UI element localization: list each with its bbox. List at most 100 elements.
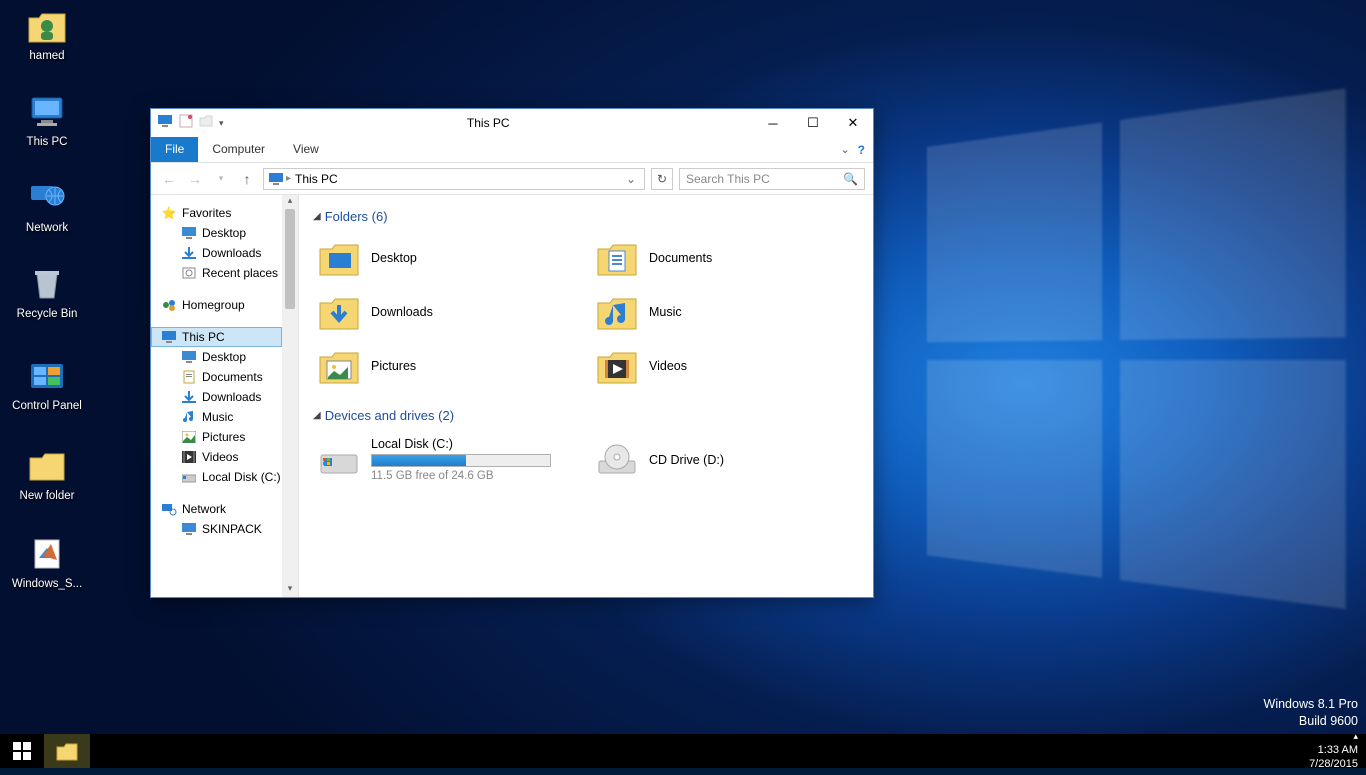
- help-icon[interactable]: ?: [858, 143, 865, 157]
- tree-item[interactable]: Local Disk (C:): [151, 467, 282, 487]
- scroll-thumb[interactable]: [285, 209, 295, 309]
- navigation-bar: ← → ▾ ↑ ▸ This PC ⌄ ↻ Search This PC 🔍: [151, 163, 873, 195]
- ribbon: File Computer View ⌄ ?: [151, 137, 873, 163]
- collapse-icon: ◢: [313, 211, 321, 222]
- desktop-icon-user[interactable]: hamed: [8, 6, 86, 62]
- music-folder-icon: [595, 292, 639, 332]
- maximize-button[interactable]: ☐: [793, 111, 833, 135]
- folder-documents[interactable]: Documents: [591, 234, 859, 282]
- recycle-icon: [27, 264, 67, 304]
- desktop-icon-recycle[interactable]: Recycle Bin: [8, 264, 86, 320]
- clock-date: 7/28/2015: [1309, 758, 1358, 772]
- close-button[interactable]: ✕: [833, 111, 873, 135]
- control-panel-icon: [27, 356, 67, 396]
- drive-cd-d[interactable]: CD Drive (D:): [591, 433, 859, 486]
- tree-item[interactable]: Recent places: [151, 263, 282, 283]
- videos-folder-icon: [595, 346, 639, 386]
- tree-homegroup[interactable]: Homegroup: [151, 295, 282, 315]
- tray-expand-icon[interactable]: ▴: [1353, 731, 1358, 741]
- clock-time: 1:33 AM: [1309, 744, 1358, 758]
- ribbon-tab-view[interactable]: View: [279, 137, 333, 162]
- tree-item[interactable]: Downloads: [151, 243, 282, 263]
- tree-item[interactable]: Pictures: [151, 427, 282, 447]
- icon-label: Recycle Bin: [8, 308, 86, 320]
- music-icon: [181, 409, 197, 425]
- scroll-down-icon[interactable]: ▾: [282, 583, 298, 597]
- pc-icon: [181, 521, 197, 537]
- tree-item[interactable]: SKINPACK: [151, 519, 282, 539]
- address-dropdown-icon[interactable]: ⌄: [622, 172, 640, 186]
- tree-this-pc[interactable]: This PC: [151, 327, 282, 347]
- ribbon-tab-computer[interactable]: Computer: [198, 137, 279, 162]
- properties-icon[interactable]: [179, 114, 193, 133]
- tree-item[interactable]: Downloads: [151, 387, 282, 407]
- tree-item[interactable]: Documents: [151, 367, 282, 387]
- homegroup-icon: [161, 297, 177, 313]
- minimize-button[interactable]: ─: [753, 111, 793, 135]
- network-icon: [27, 178, 67, 218]
- address-bar[interactable]: ▸ This PC ⌄: [263, 168, 645, 190]
- scroll-up-icon[interactable]: ▴: [282, 195, 298, 209]
- videos-icon: [181, 449, 197, 465]
- desktop-icon-this-pc[interactable]: This PC: [8, 92, 86, 148]
- folder-icon: [27, 446, 67, 486]
- pc-icon: [161, 329, 177, 345]
- download-icon: [181, 245, 197, 261]
- section-drives-header[interactable]: ◢Devices and drives (2): [313, 408, 859, 423]
- desktop-icon-network[interactable]: Network: [8, 178, 86, 234]
- address-segment[interactable]: This PC: [291, 172, 342, 186]
- network-icon: [161, 501, 177, 517]
- ribbon-tab-file[interactable]: File: [151, 137, 198, 162]
- nav-scrollbar[interactable]: ▴ ▾: [282, 195, 298, 597]
- section-folders-header[interactable]: ◢Folders (6): [313, 209, 859, 224]
- up-button[interactable]: ↑: [237, 169, 257, 189]
- theme-file-icon: [27, 534, 67, 574]
- pc-icon: [268, 172, 284, 186]
- desktop-icon-theme-file[interactable]: Windows_S...: [8, 534, 86, 590]
- drive-name: CD Drive (D:): [649, 453, 724, 467]
- cd-drive-icon: [595, 440, 639, 480]
- search-placeholder: Search This PC: [686, 172, 770, 186]
- tree-item[interactable]: Desktop: [151, 223, 282, 243]
- pictures-folder-icon: [317, 346, 361, 386]
- window-title: This PC: [224, 116, 753, 130]
- documents-icon: [181, 369, 197, 385]
- pc-icon: [157, 114, 173, 133]
- folder-videos[interactable]: Videos: [591, 342, 859, 390]
- desktop-icon: [181, 349, 197, 365]
- tree-item[interactable]: Music: [151, 407, 282, 427]
- desktop-folder-icon: [317, 238, 361, 278]
- back-button[interactable]: ←: [159, 169, 179, 189]
- desktop-icon-control-panel[interactable]: Control Panel: [8, 356, 86, 412]
- folder-downloads[interactable]: Downloads: [313, 288, 581, 336]
- search-icon: 🔍: [843, 172, 858, 186]
- icon-label: Control Panel: [8, 400, 86, 412]
- tree-favorites[interactable]: ⭐Favorites: [151, 203, 282, 223]
- icon-label: hamed: [8, 50, 86, 62]
- download-icon: [181, 389, 197, 405]
- start-button[interactable]: [0, 734, 44, 768]
- star-icon: ⭐: [161, 205, 177, 221]
- forward-button[interactable]: →: [185, 169, 205, 189]
- desktop-icon: [181, 225, 197, 241]
- downloads-folder-icon: [317, 292, 361, 332]
- new-folder-icon[interactable]: [199, 114, 213, 132]
- desktop-icon-new-folder[interactable]: New folder: [8, 446, 86, 502]
- folder-music[interactable]: Music: [591, 288, 859, 336]
- tree-network[interactable]: Network: [151, 499, 282, 519]
- drive-name: Local Disk (C:): [371, 437, 551, 451]
- refresh-button[interactable]: ↻: [651, 168, 673, 190]
- tree-item[interactable]: Videos: [151, 447, 282, 467]
- drive-local-c[interactable]: Local Disk (C:) 11.5 GB free of 24.6 GB: [313, 433, 581, 486]
- icon-label: Network: [8, 222, 86, 234]
- folder-pictures[interactable]: Pictures: [313, 342, 581, 390]
- drive-usage-bar: [371, 454, 551, 467]
- drive-free-text: 11.5 GB free of 24.6 GB: [371, 470, 551, 482]
- ribbon-expand-icon[interactable]: ⌄: [840, 143, 849, 156]
- folder-desktop[interactable]: Desktop: [313, 234, 581, 282]
- tree-item[interactable]: Desktop: [151, 347, 282, 367]
- taskbar-explorer[interactable]: [44, 734, 90, 768]
- titlebar[interactable]: ▾ This PC ─ ☐ ✕: [151, 109, 873, 137]
- search-input[interactable]: Search This PC 🔍: [679, 168, 865, 190]
- recent-dropdown-icon[interactable]: ▾: [211, 169, 231, 189]
